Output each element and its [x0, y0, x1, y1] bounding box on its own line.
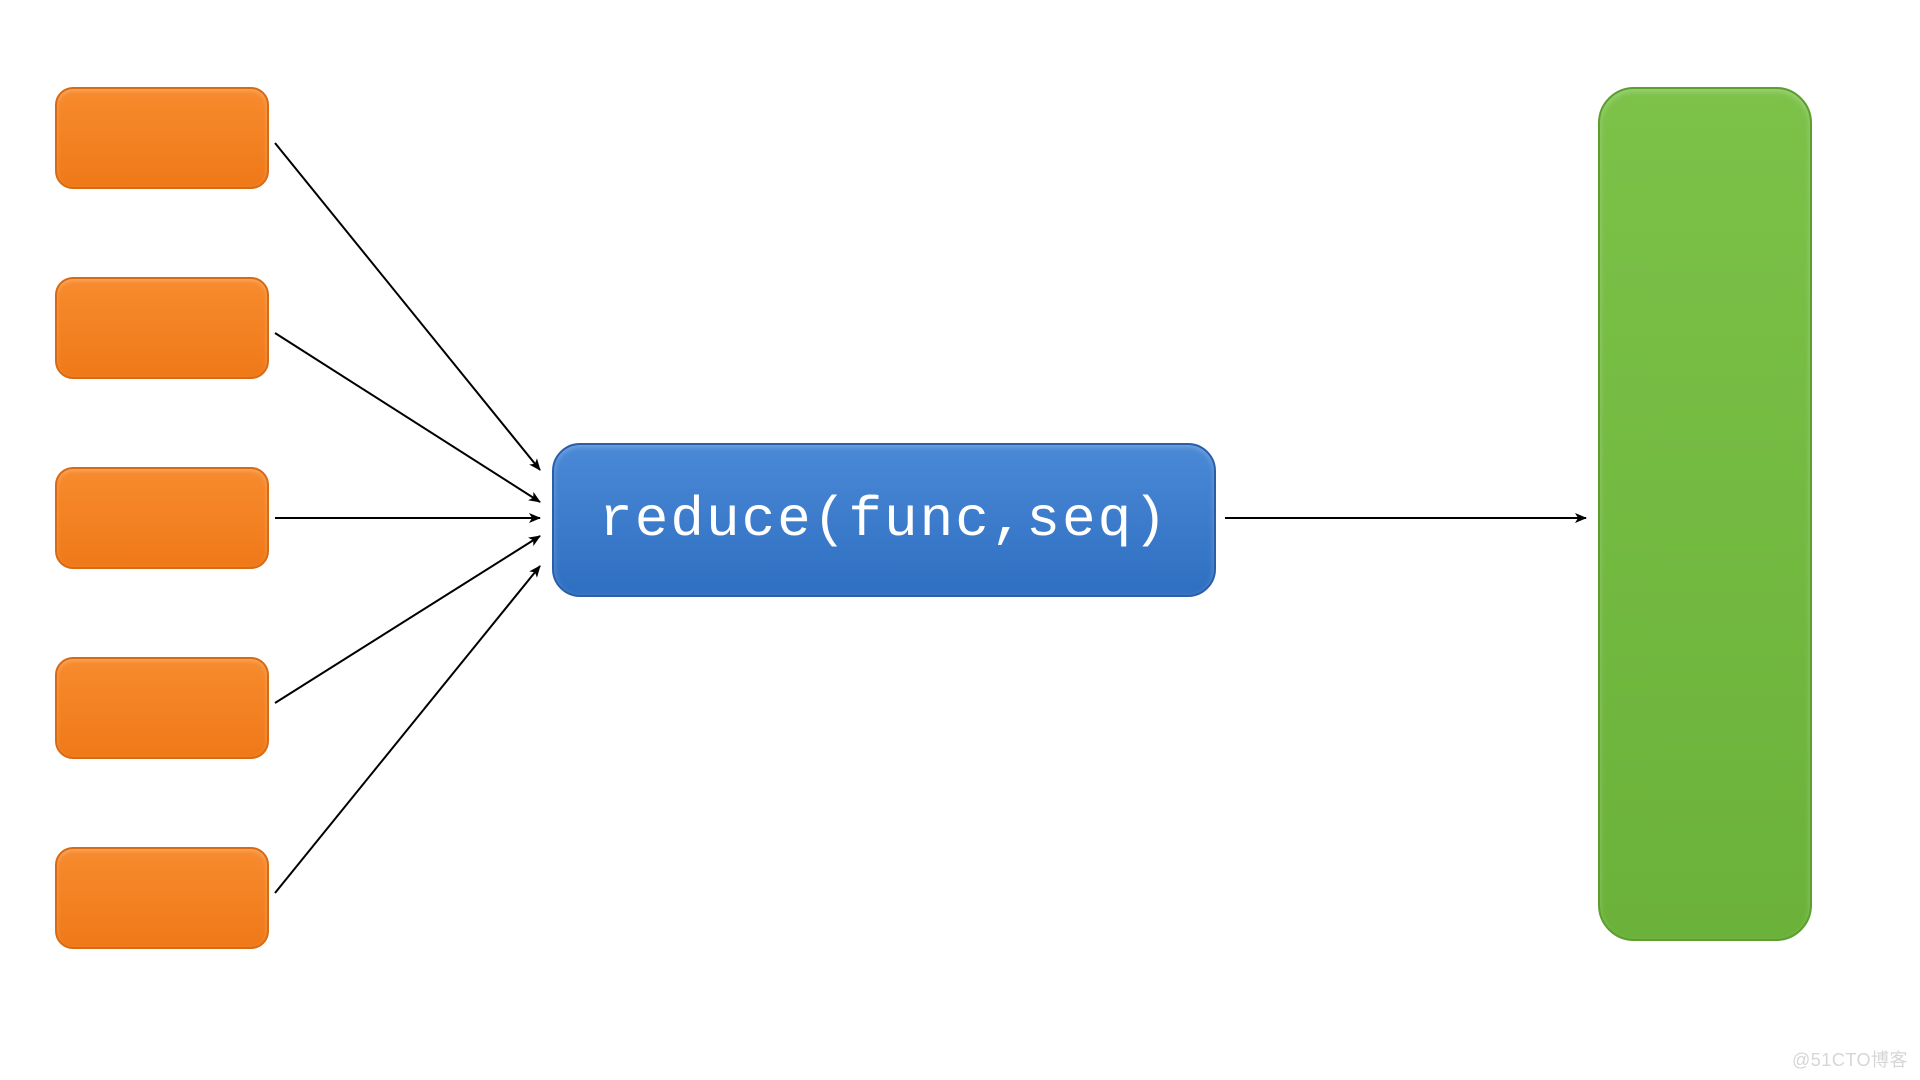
arrow-in-4	[275, 536, 540, 703]
input-box-2	[55, 277, 269, 379]
diagram-canvas: reduce(func,seq) @51CTO博客	[0, 0, 1920, 1080]
reduce-label: reduce(func,seq)	[599, 488, 1169, 552]
watermark: @51CTO博客	[1792, 1046, 1908, 1072]
arrow-in-1	[275, 143, 540, 470]
input-box-1	[55, 87, 269, 189]
output-box	[1598, 87, 1812, 941]
arrow-in-2	[275, 333, 540, 502]
reduce-function-box: reduce(func,seq)	[552, 443, 1216, 597]
input-box-3	[55, 467, 269, 569]
arrow-in-5	[275, 566, 540, 893]
input-box-4	[55, 657, 269, 759]
input-box-5	[55, 847, 269, 949]
